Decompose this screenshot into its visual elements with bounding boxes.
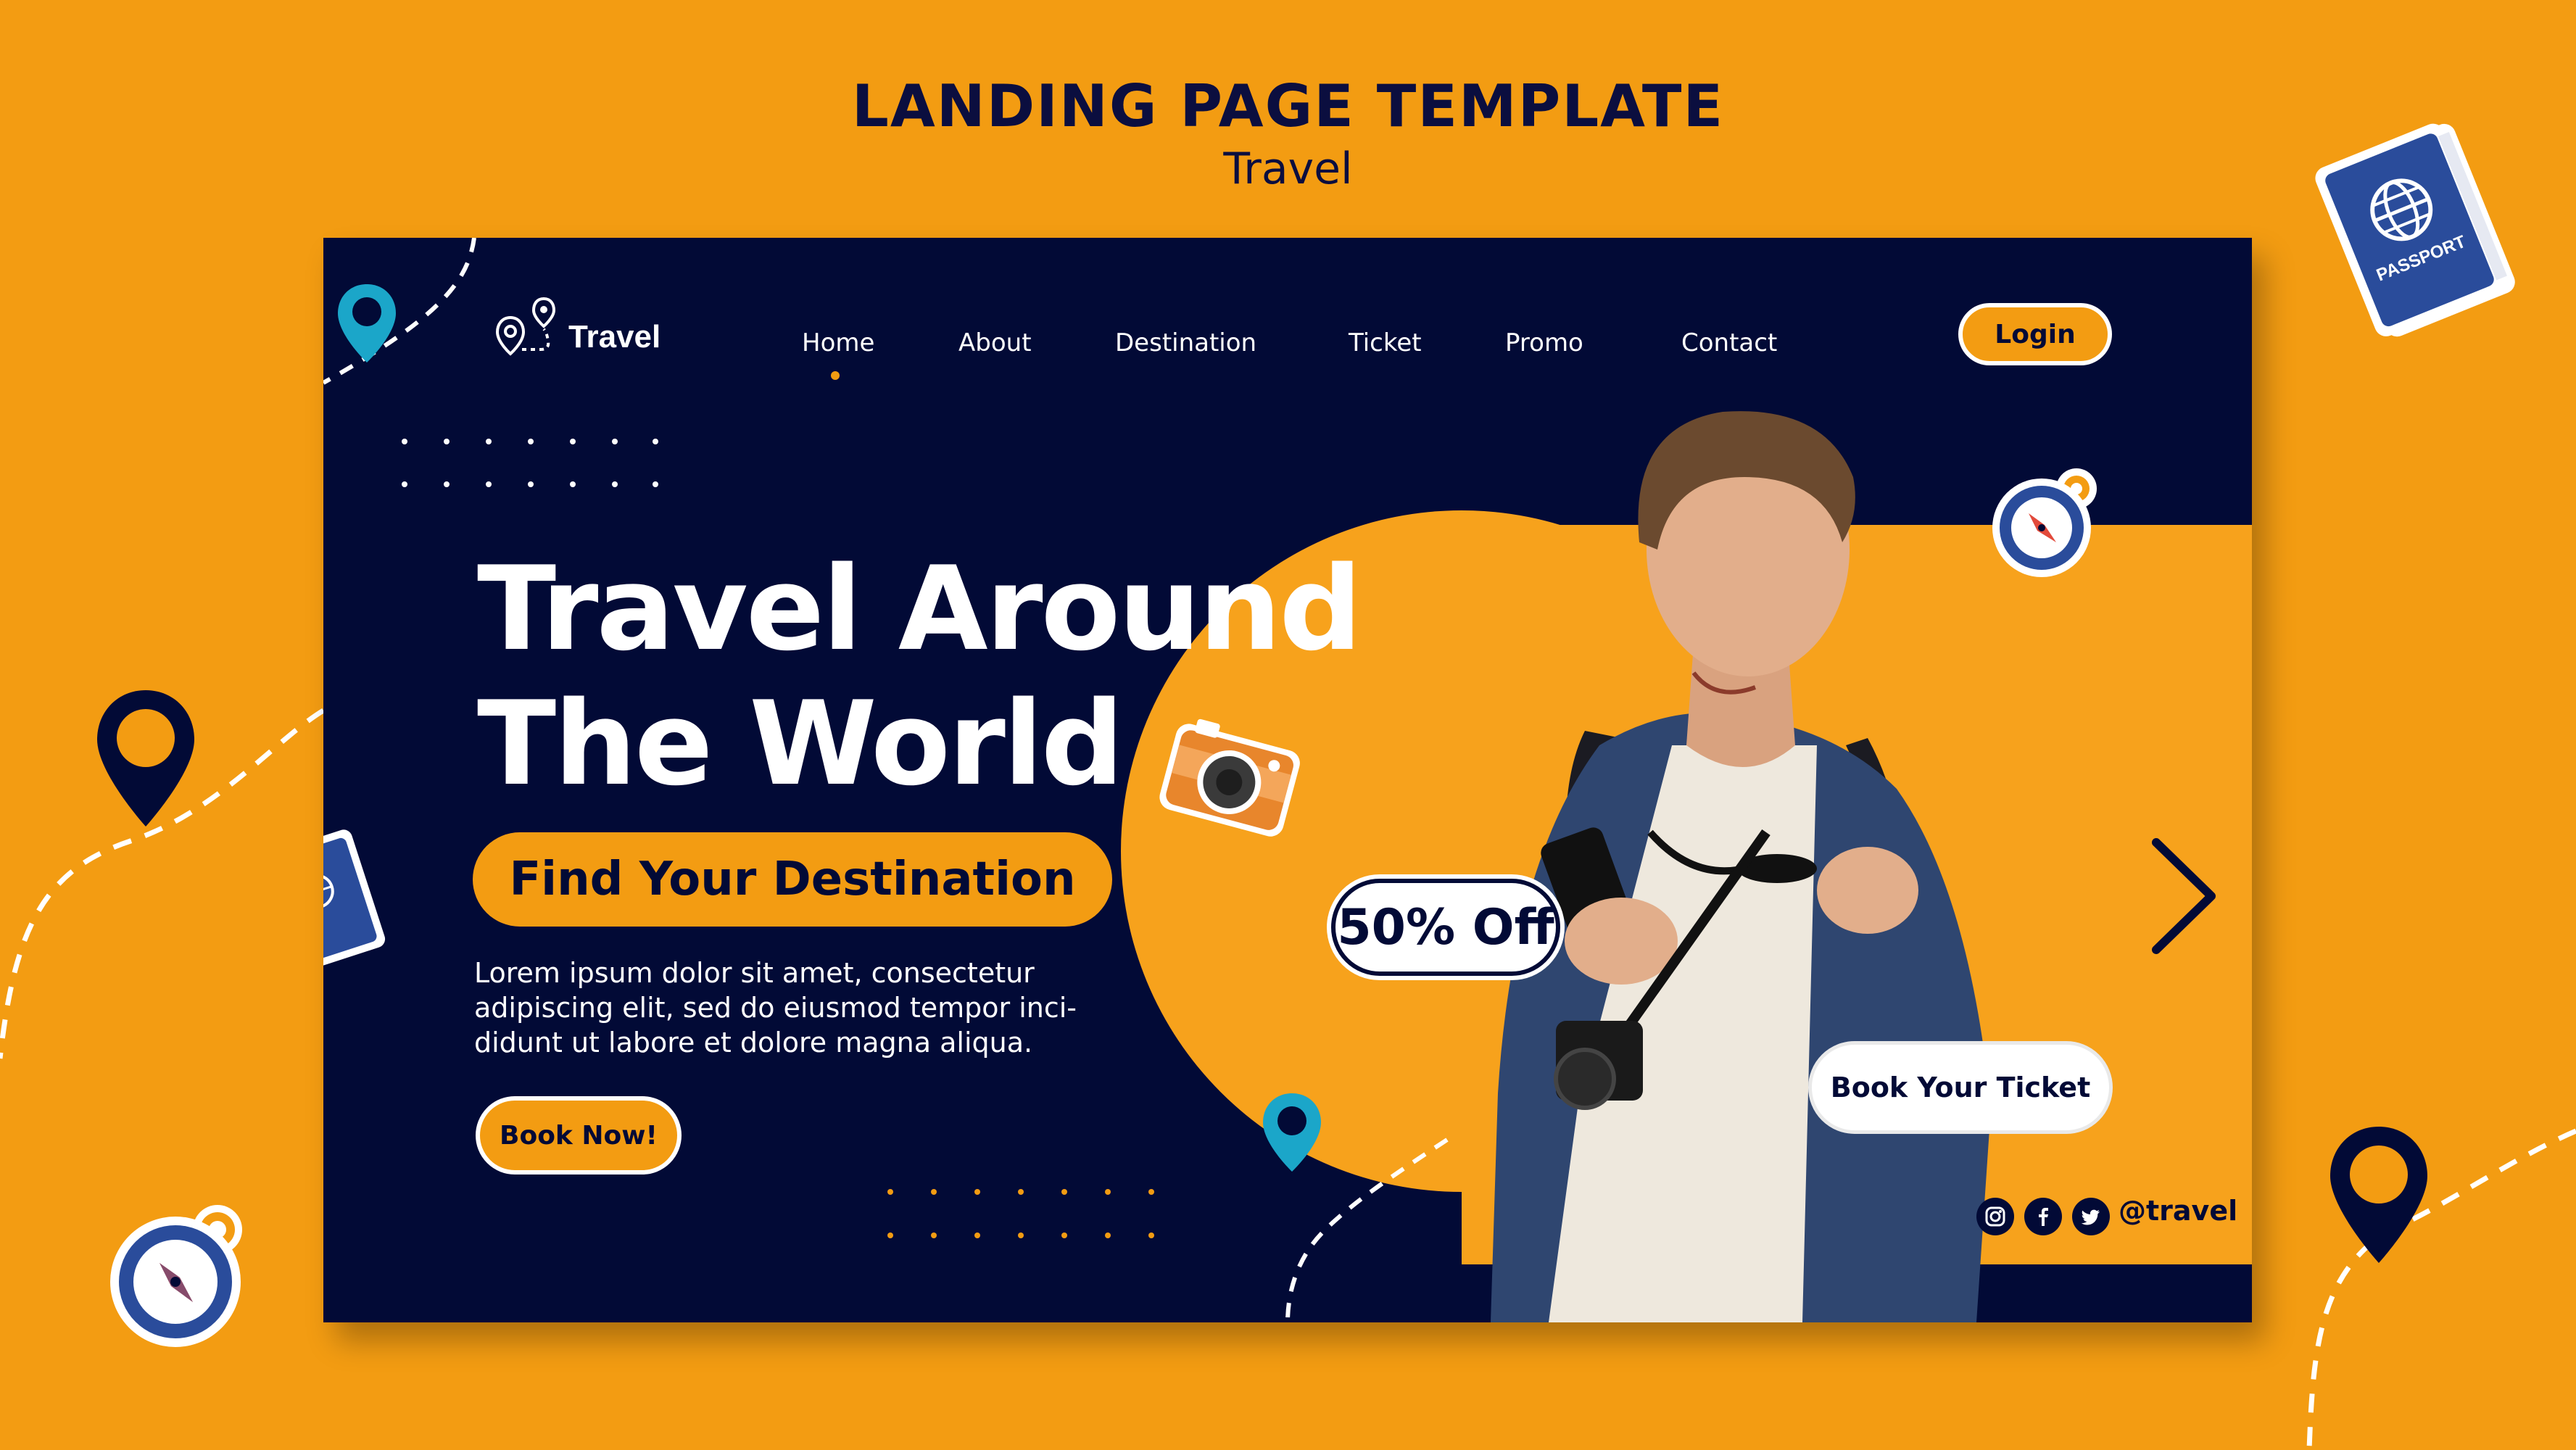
- twitter-icon[interactable]: [2072, 1198, 2110, 1235]
- page-subtitle: Travel: [1223, 144, 1353, 194]
- location-pin-icon: [2330, 1127, 2427, 1263]
- hero-description-line: adipiscing elit, sed do eiusmod tempor i…: [474, 992, 1077, 1024]
- page-title: LANDING PAGE TEMPLATE: [851, 72, 1725, 140]
- active-indicator: [831, 371, 840, 380]
- map-route-icon: [496, 297, 556, 356]
- location-pin-icon: [97, 690, 194, 826]
- book-now-button[interactable]: Book Now!: [476, 1096, 682, 1174]
- brand-logo[interactable]: Travel: [568, 319, 660, 355]
- discount-badge: 50% Off: [1331, 879, 1560, 976]
- nav-about[interactable]: About: [958, 328, 1032, 357]
- chevron-right-icon[interactable]: [2143, 832, 2223, 960]
- nav-home[interactable]: Home: [802, 328, 874, 357]
- hero-description: Lorem ipsum dolor sit amet, consectetur …: [474, 956, 1127, 1060]
- book-ticket-button[interactable]: Book Your Ticket: [1808, 1041, 2113, 1134]
- hero-description-line: Lorem ipsum dolor sit amet, consectetur: [474, 957, 1035, 989]
- hero-title-line-1: Travel Around: [477, 541, 1362, 676]
- facebook-icon[interactable]: [2024, 1198, 2062, 1235]
- nav-ticket[interactable]: Ticket: [1349, 328, 1422, 357]
- nav-promo[interactable]: Promo: [1505, 328, 1583, 357]
- nav-destination[interactable]: Destination: [1115, 328, 1256, 357]
- compass-icon: [110, 1205, 242, 1347]
- location-pin-icon: [1263, 1093, 1321, 1172]
- passport-icon: [323, 829, 386, 972]
- landing-card: Travel Home About Destination Ticket Pro…: [323, 238, 2252, 1322]
- location-pin-icon: [338, 284, 396, 362]
- nav-contact[interactable]: Contact: [1681, 328, 1777, 357]
- login-button[interactable]: Login: [1958, 303, 2112, 365]
- hero-description-line: didunt ut labore et dolore magna aliqua.: [474, 1027, 1033, 1058]
- instagram-icon[interactable]: [1976, 1198, 2014, 1235]
- hero-title-line-2: The World: [477, 676, 1124, 811]
- tagline-pill: Find Your Destination: [473, 832, 1112, 927]
- social-handle[interactable]: @travel: [2119, 1195, 2237, 1227]
